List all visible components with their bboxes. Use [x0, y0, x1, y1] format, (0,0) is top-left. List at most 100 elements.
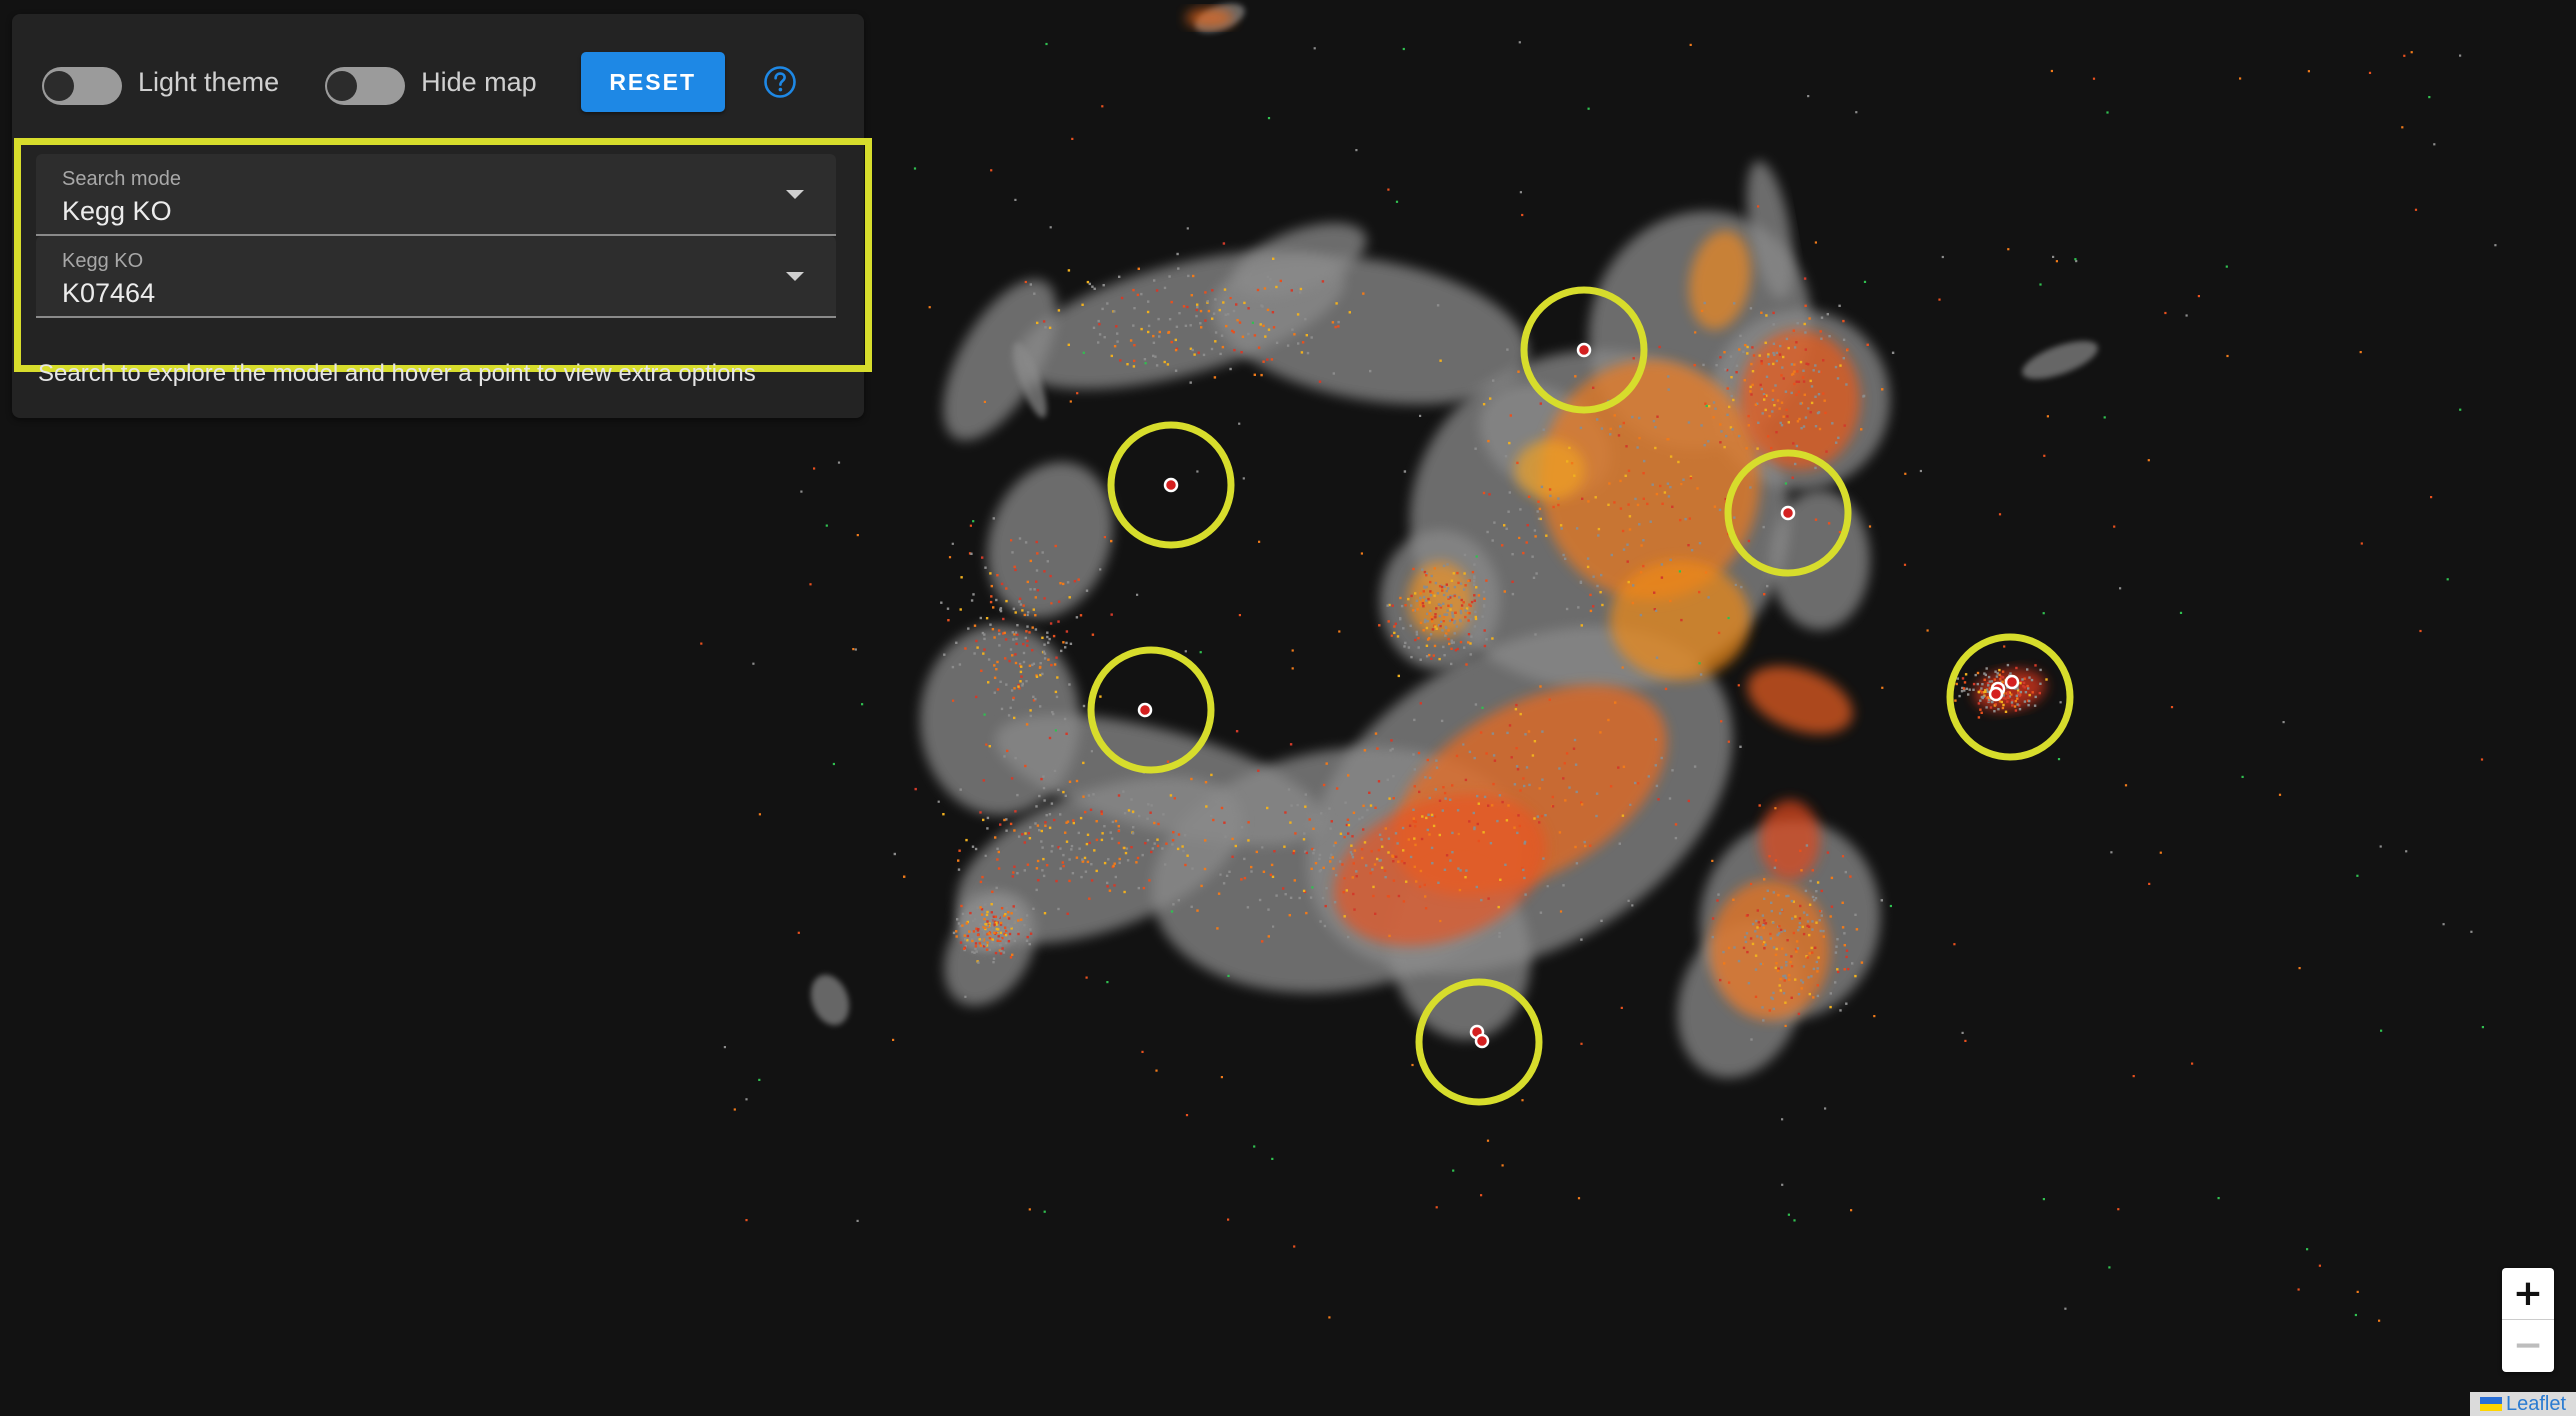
map-point	[1421, 815, 1424, 818]
map-point	[1238, 321, 1242, 324]
map-point	[1007, 714, 1011, 717]
map-point	[1443, 613, 1446, 616]
leaflet-link[interactable]: Leaflet	[2506, 1393, 2566, 1416]
map-point	[1419, 596, 1422, 600]
map-point	[1750, 882, 1753, 886]
map-point	[952, 699, 955, 702]
map-point	[1642, 539, 1645, 542]
kegg-ko-select[interactable]: Kegg KO K07464	[36, 236, 836, 318]
map-point	[1424, 895, 1427, 898]
map-point	[1730, 394, 1733, 398]
map-point	[974, 847, 978, 851]
map-point	[1008, 932, 1012, 936]
map-point	[1174, 348, 1178, 352]
map-point	[1133, 344, 1136, 347]
map-point	[856, 534, 859, 537]
map-point	[983, 917, 986, 921]
map-point	[2034, 664, 2037, 667]
map-point	[1017, 932, 1020, 936]
map-point	[1090, 879, 1094, 882]
map-point	[1441, 809, 1444, 812]
map-point	[1066, 912, 1069, 915]
map-point	[1638, 523, 1641, 526]
map-point	[1779, 928, 1783, 932]
map-point	[1026, 639, 1029, 643]
map-point	[1270, 863, 1274, 867]
map-point	[1751, 383, 1754, 387]
map-point	[2050, 69, 2053, 73]
light-theme-toggle[interactable]	[38, 59, 122, 105]
map-point	[1459, 619, 1462, 623]
map-point	[1842, 357, 1845, 360]
map-point	[1787, 346, 1790, 350]
map-point	[1534, 633, 1537, 636]
map-point	[2132, 1075, 2135, 1078]
map-point	[1984, 689, 1987, 692]
map-point	[1422, 590, 1425, 593]
map-point	[1059, 847, 1062, 850]
zoom-in-button[interactable]: +	[2502, 1268, 2554, 1320]
map-point	[1903, 563, 1907, 566]
map-point	[1016, 633, 1019, 636]
hide-map-toggle[interactable]	[321, 59, 406, 105]
map-point	[1184, 324, 1188, 327]
map-point	[1174, 369, 1178, 372]
map-point	[1435, 1206, 1438, 1209]
map-point	[1334, 325, 1337, 329]
map-point	[1228, 870, 1231, 873]
map-point	[1674, 836, 1678, 840]
map-point	[1189, 324, 1192, 327]
map-point	[1631, 415, 1634, 419]
map-point	[1092, 793, 1095, 796]
map-point	[1377, 848, 1381, 852]
map-point	[1480, 898, 1483, 902]
map-point	[1085, 842, 1089, 846]
map-point	[1191, 348, 1194, 352]
map-point	[1344, 801, 1347, 804]
map-point	[1459, 640, 1463, 644]
map-point	[1830, 876, 1834, 880]
map-point	[1013, 829, 1016, 832]
map-point	[1386, 604, 1389, 607]
help-circle-icon[interactable]	[763, 65, 797, 99]
map-point	[1842, 338, 1846, 341]
map-point	[1085, 976, 1088, 979]
map-point	[1332, 372, 1335, 375]
map-point	[1881, 388, 1884, 391]
map-point	[1700, 309, 1704, 313]
map-point	[1266, 806, 1269, 810]
map-point	[973, 951, 976, 954]
map-point	[1204, 781, 1208, 784]
map-point	[1068, 683, 1071, 686]
map-point	[1117, 794, 1121, 797]
map-point	[1040, 777, 1043, 781]
map-point	[1963, 689, 1966, 692]
map-point	[1399, 596, 1402, 600]
map-point	[1419, 658, 1422, 661]
map-point	[1837, 970, 1840, 974]
reset-button[interactable]: RESET	[580, 52, 725, 112]
map-point	[2368, 71, 2372, 74]
map-point	[1531, 555, 1534, 558]
map-point	[1015, 637, 1018, 641]
map-point	[979, 811, 982, 814]
map-point	[1811, 951, 1814, 954]
map-point	[1687, 799, 1690, 803]
map-point	[1266, 358, 1269, 361]
map-point	[1210, 814, 1213, 818]
map-point	[1260, 304, 1263, 307]
map-point	[1114, 875, 1117, 879]
map-point	[1318, 380, 1322, 383]
zoom-out-button[interactable]: −	[2502, 1320, 2554, 1371]
map-point	[1191, 867, 1194, 870]
map-point	[1286, 344, 1290, 347]
map-point	[1442, 602, 1445, 605]
map-point	[1797, 1012, 1801, 1016]
map-point	[1458, 596, 1461, 599]
map-point	[1505, 527, 1508, 530]
map-point	[1064, 794, 1067, 797]
map-point	[1473, 594, 1476, 597]
map-point	[1090, 750, 1093, 753]
map-point	[1669, 455, 1673, 458]
search-mode-select[interactable]: Search mode Kegg KO	[36, 154, 836, 236]
